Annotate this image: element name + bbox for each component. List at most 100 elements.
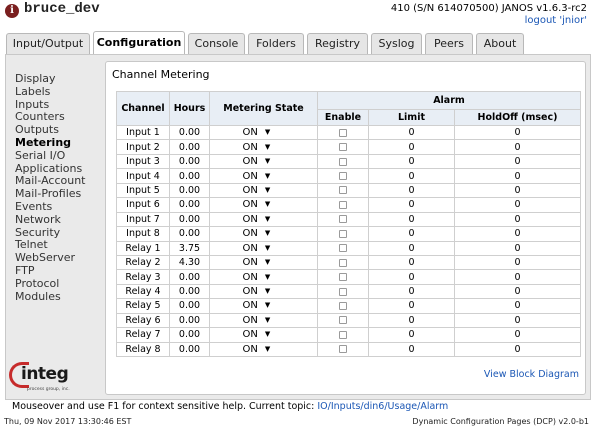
limit-cell[interactable]: 0 — [368, 168, 455, 184]
metering-state-select[interactable]: ON ▼ — [243, 243, 285, 254]
holdoff-cell[interactable]: 0 — [454, 211, 581, 228]
holdoff-cell[interactable]: 0 — [454, 124, 581, 141]
holdoff-cell[interactable]: 0 — [454, 240, 581, 256]
header: i bruce_dev 410 (S/N 614070500) JANOS v1… — [0, 0, 593, 30]
tab-console[interactable]: Console — [188, 33, 245, 55]
limit-cell[interactable]: 0 — [368, 153, 455, 170]
limit-cell[interactable]: 0 — [368, 226, 455, 242]
tab-registry[interactable]: Registry — [307, 33, 368, 55]
limit-cell[interactable]: 0 — [368, 139, 455, 155]
metering-state-select[interactable]: ON ▼ — [243, 142, 285, 153]
col-channel: Channel — [116, 91, 170, 126]
alarm-enable-checkbox[interactable] — [339, 143, 347, 152]
device-info: 410 (S/N 614070500) JANOS v1.6.3-rc2 — [390, 3, 587, 14]
state-value: ON — [242, 329, 258, 341]
alarm-enable-checkbox[interactable] — [339, 258, 347, 267]
holdoff-cell[interactable]: 0 — [454, 312, 581, 329]
sidebar-item-labels[interactable]: Labels — [15, 85, 105, 99]
sidebar-item-ftp[interactable]: FTP — [15, 264, 105, 278]
sidebar-item-events[interactable]: Events — [15, 200, 105, 214]
hours-cell: 0.00 — [169, 153, 210, 170]
metering-state-select[interactable]: ON ▼ — [243, 156, 285, 167]
alarm-enable-checkbox[interactable] — [339, 215, 347, 224]
alarm-enable-checkbox[interactable] — [339, 186, 347, 195]
holdoff-cell[interactable]: 0 — [454, 139, 581, 155]
sidebar-item-metering[interactable]: Metering — [15, 136, 105, 150]
alarm-enable-checkbox[interactable] — [339, 301, 347, 310]
alarm-enable-checkbox[interactable] — [339, 229, 347, 238]
enable-cell — [317, 283, 369, 300]
hours-cell: 0.00 — [169, 168, 210, 184]
alarm-enable-checkbox[interactable] — [339, 316, 347, 325]
state-value: ON — [242, 184, 258, 196]
sidebar-item-protocol[interactable]: Protocol — [15, 277, 105, 291]
holdoff-cell[interactable]: 0 — [454, 182, 581, 199]
view-block-diagram-link[interactable]: View Block Diagram — [484, 369, 579, 380]
logout-link[interactable]: logout 'jnior' — [525, 15, 587, 26]
holdoff-cell[interactable]: 0 — [454, 254, 581, 271]
limit-cell[interactable]: 0 — [368, 254, 455, 271]
holdoff-cell[interactable]: 0 — [454, 283, 581, 300]
limit-cell[interactable]: 0 — [368, 269, 455, 285]
alarm-enable-checkbox[interactable] — [339, 330, 347, 339]
alarm-enable-checkbox[interactable] — [339, 287, 347, 296]
table-row: Relay 1 3.75 ON ▼ 0 0 — [116, 240, 581, 256]
metering-state-select[interactable]: ON ▼ — [243, 286, 285, 297]
metering-state-cell: ON ▼ — [209, 182, 318, 199]
metering-state-select[interactable]: ON ▼ — [243, 300, 285, 311]
holdoff-cell[interactable]: 0 — [454, 269, 581, 285]
metering-state-cell: ON ▼ — [209, 312, 318, 329]
channel-cell: Relay 1 — [116, 240, 170, 256]
tab-input-output[interactable]: Input/Output — [6, 33, 90, 55]
enable-cell — [317, 168, 369, 184]
metering-state-select[interactable]: ON ▼ — [243, 344, 285, 355]
alarm-enable-checkbox[interactable] — [339, 244, 347, 253]
metering-state-select[interactable]: ON ▼ — [243, 199, 285, 210]
panel-title: Channel Metering — [112, 68, 210, 81]
limit-cell[interactable]: 0 — [368, 197, 455, 213]
alarm-enable-checkbox[interactable] — [339, 172, 347, 181]
metering-state-select[interactable]: ON ▼ — [243, 228, 285, 239]
alarm-enable-checkbox[interactable] — [339, 273, 347, 282]
enable-cell — [317, 226, 369, 242]
holdoff-cell[interactable]: 0 — [454, 197, 581, 213]
holdoff-cell[interactable]: 0 — [454, 153, 581, 170]
metering-state-select[interactable]: ON ▼ — [243, 315, 285, 326]
metering-state-select[interactable]: ON ▼ — [243, 272, 285, 283]
limit-cell[interactable]: 0 — [368, 211, 455, 228]
alarm-enable-checkbox[interactable] — [339, 157, 347, 166]
holdoff-cell[interactable]: 0 — [454, 327, 581, 343]
holdoff-cell[interactable]: 0 — [454, 341, 581, 358]
metering-state-select[interactable]: ON ▼ — [243, 214, 285, 225]
limit-cell[interactable]: 0 — [368, 327, 455, 343]
sidebar-item-network[interactable]: Network — [15, 213, 105, 227]
alarm-enable-checkbox[interactable] — [339, 128, 347, 137]
sidebar-item-display[interactable]: Display — [15, 72, 105, 86]
metering-state-select[interactable]: ON ▼ — [243, 185, 285, 196]
tab-peers[interactable]: Peers — [425, 33, 473, 55]
limit-cell[interactable]: 0 — [368, 283, 455, 300]
tab-syslog[interactable]: Syslog — [371, 33, 422, 55]
limit-cell[interactable]: 0 — [368, 341, 455, 358]
limit-cell[interactable]: 0 — [368, 124, 455, 141]
tab-folders[interactable]: Folders — [248, 33, 304, 55]
limit-cell[interactable]: 0 — [368, 312, 455, 329]
metering-state-select[interactable]: ON ▼ — [243, 257, 285, 268]
sidebar-item-modules[interactable]: Modules — [15, 290, 105, 304]
tab-about[interactable]: About — [476, 33, 524, 55]
metering-state-select[interactable]: ON ▼ — [243, 171, 285, 182]
tab-configuration[interactable]: Configuration — [93, 31, 185, 55]
holdoff-cell[interactable]: 0 — [454, 298, 581, 314]
alarm-enable-checkbox[interactable] — [339, 345, 347, 354]
limit-cell[interactable]: 0 — [368, 182, 455, 199]
enable-cell — [317, 139, 369, 155]
limit-cell[interactable]: 0 — [368, 240, 455, 256]
alarm-enable-checkbox[interactable] — [339, 200, 347, 209]
metering-state-select[interactable]: ON ▼ — [243, 127, 285, 138]
sidebar-item-serial-io[interactable]: Serial I/O — [15, 149, 105, 163]
holdoff-cell[interactable]: 0 — [454, 226, 581, 242]
help-topic-link[interactable]: IO/Inputs/din6/Usage/Alarm — [317, 401, 448, 412]
metering-state-select[interactable]: ON ▼ — [243, 329, 285, 340]
holdoff-cell[interactable]: 0 — [454, 168, 581, 184]
limit-cell[interactable]: 0 — [368, 298, 455, 314]
